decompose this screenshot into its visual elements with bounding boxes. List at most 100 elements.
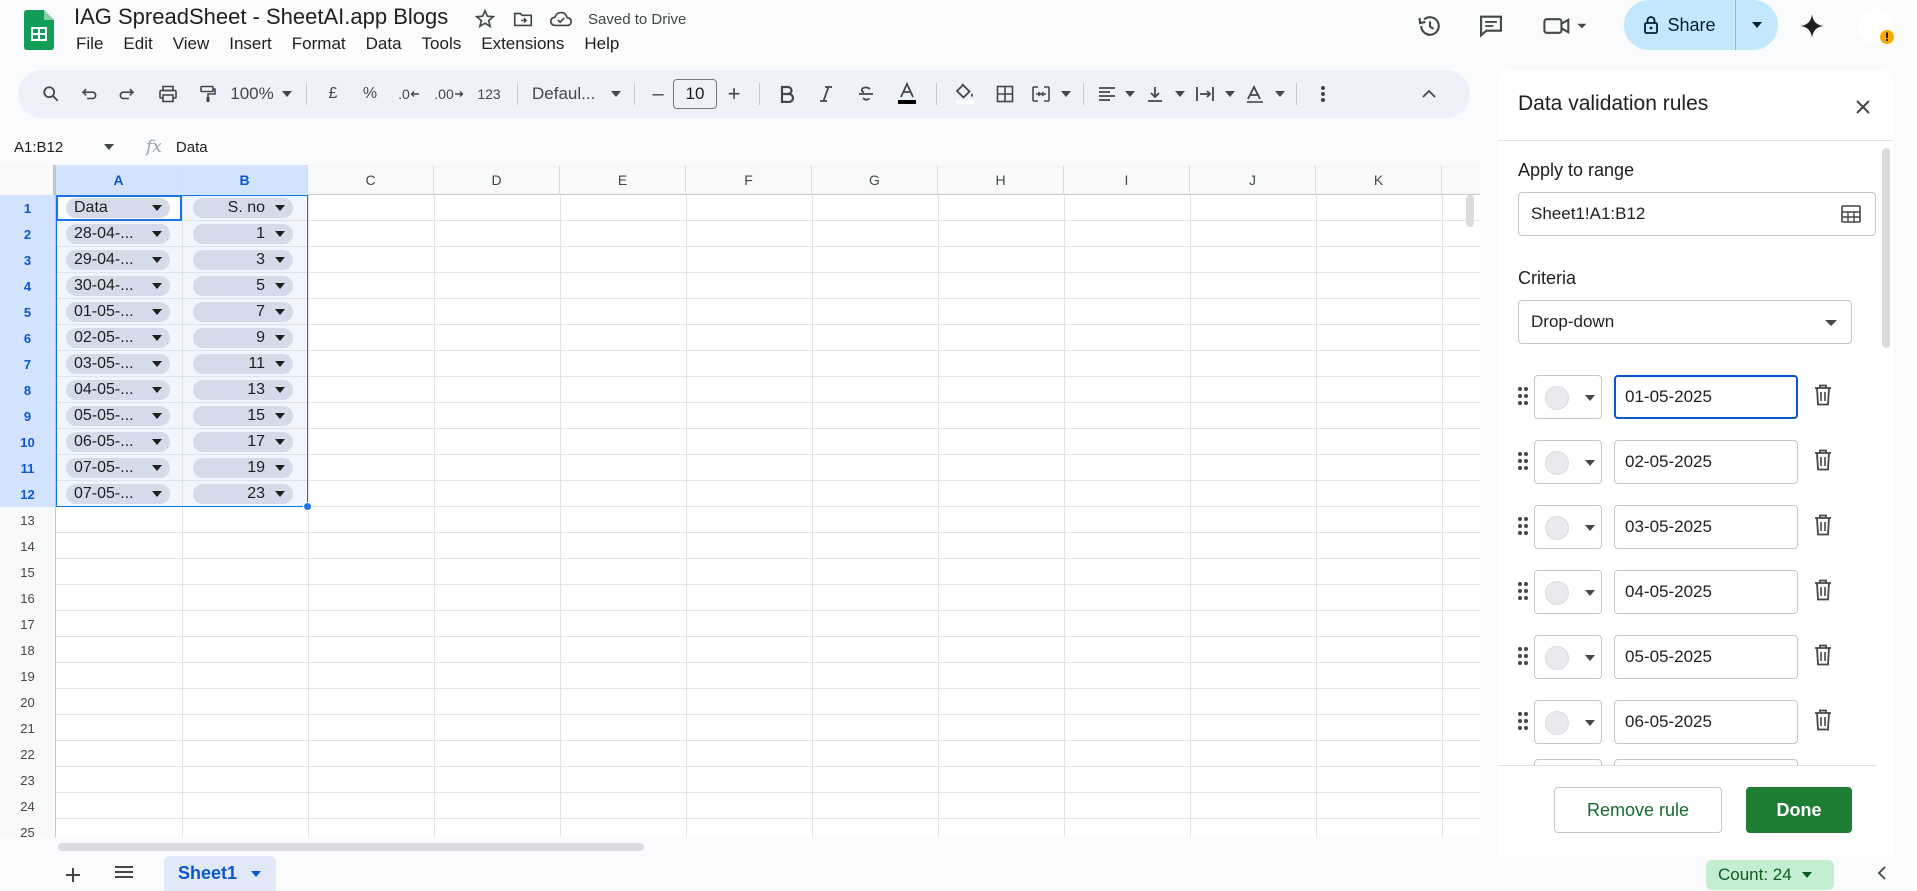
row-header[interactable]: 6 [0, 325, 56, 351]
dropdown-chip-a[interactable]: 29-04-... [66, 250, 170, 270]
row-header[interactable]: 4 [0, 273, 56, 299]
row-header[interactable]: 23 [0, 767, 56, 793]
row-header[interactable]: 25 [0, 819, 56, 837]
dropdown-chip-header-b[interactable]: S. no [193, 198, 293, 218]
column-header-i[interactable]: I [1064, 165, 1190, 195]
drag-handle-icon[interactable] [1516, 515, 1530, 540]
dropdown-chip-a[interactable]: 04-05-... [66, 380, 170, 400]
percent-format-button[interactable]: % [351, 78, 389, 110]
collapse-side-panel-icon[interactable] [1876, 866, 1888, 883]
option-value-input[interactable]: 02-05-2025 [1614, 440, 1798, 484]
column-header-c[interactable]: C [308, 165, 434, 195]
dropdown-chip-b[interactable]: 15 [193, 406, 293, 426]
option-color-picker[interactable] [1534, 635, 1602, 679]
star-icon[interactable] [472, 6, 498, 32]
dropdown-chip-b[interactable]: 9 [193, 328, 293, 348]
horizontal-align-icon[interactable] [1092, 78, 1122, 110]
drag-handle-icon[interactable] [1516, 580, 1530, 605]
horizontal-scroll-thumb[interactable] [58, 843, 644, 851]
comments-icon[interactable] [1475, 10, 1507, 42]
dropdown-chip-b[interactable]: 13 [193, 380, 293, 400]
dropdown-chip-a[interactable]: 30-04-... [66, 276, 170, 296]
row-header[interactable]: 19 [0, 663, 56, 689]
dropdown-chip-b[interactable]: 19 [193, 458, 293, 478]
option-value-input[interactable]: 05-05-2025 [1614, 635, 1798, 679]
menu-file[interactable]: File [76, 34, 113, 54]
menu-insert[interactable]: Insert [229, 34, 282, 54]
dropdown-chip-a[interactable]: 06-05-... [66, 432, 170, 452]
option-value-input[interactable]: 01-05-2025 [1614, 375, 1798, 419]
row-header[interactable]: 16 [0, 585, 56, 611]
bold-icon[interactable] [768, 78, 806, 110]
version-history-icon[interactable] [1414, 10, 1446, 42]
delete-option-icon[interactable] [1812, 513, 1834, 540]
decrease-decimal-button[interactable]: .0 [389, 78, 429, 110]
merge-caret-icon[interactable] [1057, 78, 1075, 110]
row-header[interactable]: 12 [0, 481, 56, 507]
row-header[interactable]: 5 [0, 299, 56, 325]
dropdown-chip-b[interactable]: 7 [193, 302, 293, 322]
row-header[interactable]: 13 [0, 507, 56, 533]
row-header[interactable]: 15 [0, 559, 56, 585]
sheet-tab-sheet1[interactable]: Sheet1 [164, 856, 276, 891]
option-value-input[interactable]: 06-05-2025 [1614, 700, 1798, 744]
option-value-input[interactable]: 03-05-2025 [1614, 505, 1798, 549]
delete-option-icon[interactable] [1812, 448, 1834, 475]
column-header-f[interactable]: F [686, 165, 812, 195]
row-header[interactable]: 18 [0, 637, 56, 663]
wrap-caret-icon[interactable] [1222, 78, 1238, 110]
undo-icon[interactable] [68, 78, 108, 110]
drag-handle-icon[interactable] [1516, 710, 1530, 735]
sheets-logo-icon[interactable] [24, 10, 54, 50]
dropdown-chip-a[interactable]: 07-05-... [66, 458, 170, 478]
menu-format[interactable]: Format [292, 34, 356, 54]
select-all-corner[interactable] [0, 165, 56, 195]
increase-decimal-button[interactable]: .00 [429, 78, 469, 110]
number-format-button[interactable]: 123 [469, 78, 509, 110]
fill-handle[interactable] [303, 502, 312, 511]
align-caret-icon[interactable] [1122, 78, 1138, 110]
delete-option-icon[interactable] [1812, 578, 1834, 605]
strikethrough-icon[interactable] [846, 78, 886, 110]
font-size-input[interactable]: 10 [673, 79, 717, 109]
rotation-caret-icon[interactable] [1272, 78, 1288, 110]
dropdown-chip-b[interactable]: 23 [193, 484, 293, 504]
column-header-k[interactable]: K [1316, 165, 1442, 195]
spreadsheet-grid[interactable]: A B C D E F G H I J K 1 2 3 4 5 6 7 8 9 10 11 12 13 1… [0, 165, 1480, 837]
option-color-picker[interactable] [1534, 570, 1602, 614]
document-title[interactable]: IAG SpreadSheet - SheetAI.app Blogs [74, 4, 448, 30]
done-button[interactable]: Done [1746, 787, 1852, 833]
meet-camera-icon[interactable] [1540, 10, 1592, 42]
drag-handle-icon[interactable] [1516, 450, 1530, 475]
row-header[interactable]: 22 [0, 741, 56, 767]
dropdown-chip-header-a[interactable]: Data [66, 198, 170, 218]
row-header[interactable]: 10 [0, 429, 56, 455]
dropdown-chip-a[interactable]: 02-05-... [66, 328, 170, 348]
column-header-g[interactable]: G [812, 165, 938, 195]
share-main-button[interactable]: Share [1624, 0, 1736, 50]
menu-data[interactable]: Data [366, 34, 412, 54]
dropdown-chip-b[interactable]: 11 [193, 354, 293, 374]
share-button[interactable]: Share [1624, 0, 1778, 50]
search-menus-icon[interactable] [34, 78, 68, 110]
dropdown-chip-a[interactable]: 28-04-... [66, 224, 170, 244]
drag-handle-icon[interactable] [1516, 385, 1530, 410]
row-header[interactable]: 21 [0, 715, 56, 741]
delete-option-icon[interactable] [1812, 708, 1834, 735]
menu-edit[interactable]: Edit [123, 34, 162, 54]
menu-view[interactable]: View [173, 34, 220, 54]
row-header[interactable]: 9 [0, 403, 56, 429]
paint-format-icon[interactable] [188, 78, 228, 110]
dropdown-chip-b[interactable]: 17 [193, 432, 293, 452]
column-header-b[interactable]: B [182, 165, 308, 195]
close-icon[interactable] [1850, 94, 1876, 120]
row-header[interactable]: 14 [0, 533, 56, 559]
criteria-select[interactable]: Drop-down [1518, 300, 1852, 344]
delete-option-icon[interactable] [1812, 643, 1834, 670]
avatar[interactable] [1856, 6, 1896, 46]
option-color-picker[interactable] [1534, 505, 1602, 549]
option-color-picker[interactable] [1534, 440, 1602, 484]
italic-icon[interactable] [806, 78, 846, 110]
font-family-select[interactable]: Defaul... [526, 78, 606, 110]
panel-scrollbar[interactable] [1882, 148, 1890, 348]
